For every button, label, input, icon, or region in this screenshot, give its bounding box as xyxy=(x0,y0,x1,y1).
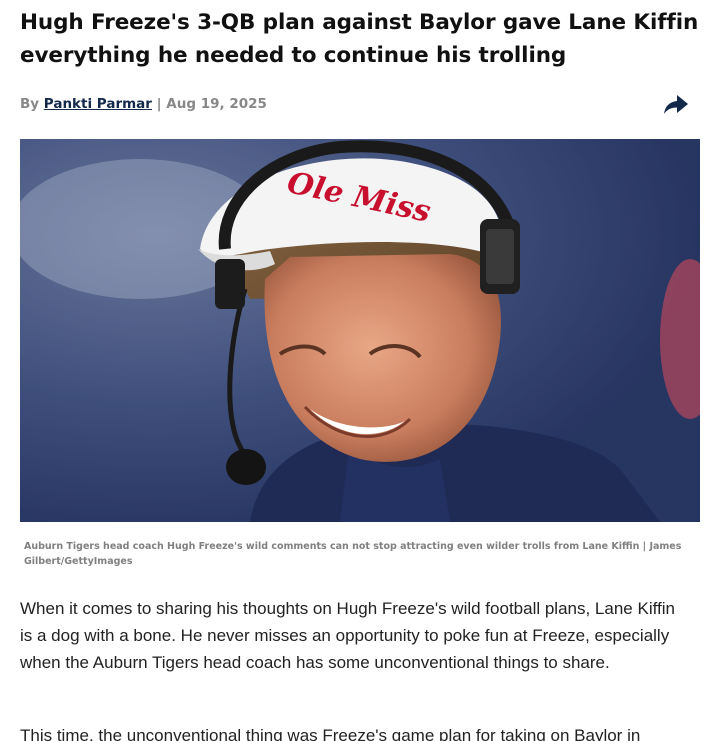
publish-date: Aug 19, 2025 xyxy=(166,96,267,112)
hero-image: Ole Miss xyxy=(20,139,700,522)
share-button[interactable] xyxy=(662,92,690,116)
article-paragraph: When it comes to sharing his thoughts on… xyxy=(20,599,675,672)
share-arrow-icon xyxy=(664,95,688,114)
author-link[interactable]: Pankti Parmar xyxy=(44,96,152,112)
byline: By Pankti Parmar | Aug 19, 2025 xyxy=(20,96,267,112)
byline-separator: | xyxy=(156,96,162,112)
image-caption: Auburn Tigers head coach Hugh Freeze's w… xyxy=(24,541,682,567)
byline-prefix: By xyxy=(20,96,40,112)
article-headline: Hugh Freeze's 3-QB plan against Baylor g… xyxy=(20,10,699,68)
article-paragraph: This time, the unconventional thing was … xyxy=(20,726,641,741)
